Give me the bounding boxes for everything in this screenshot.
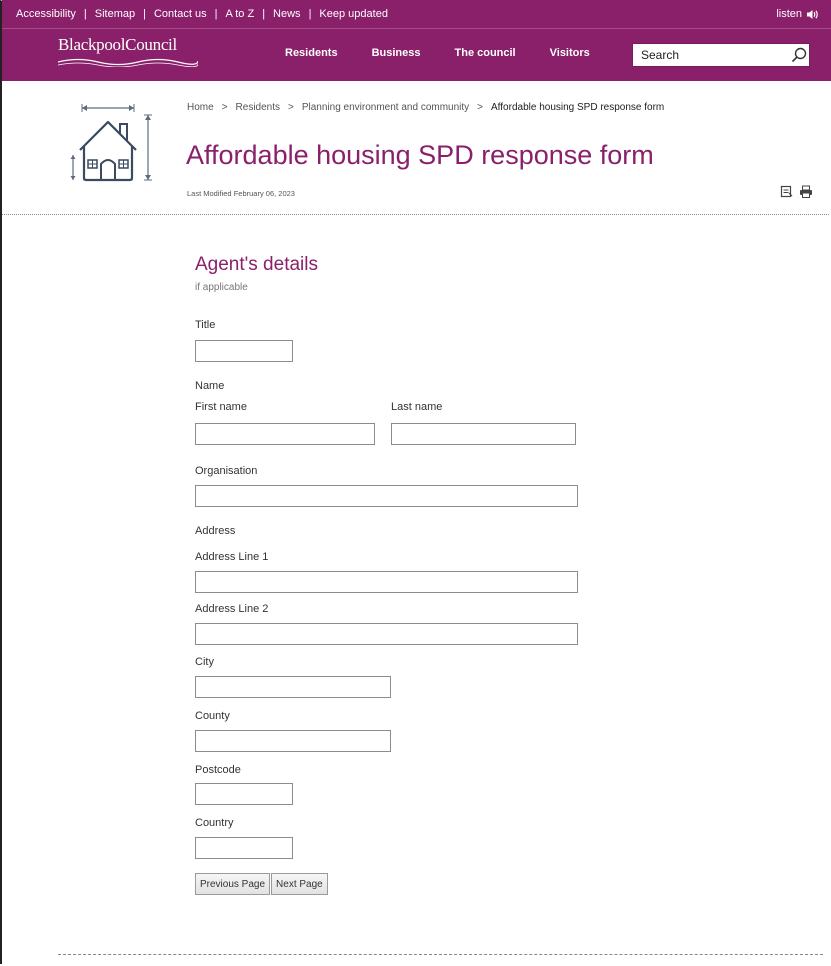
previous-page-button[interactable]: Previous Page xyxy=(195,873,271,895)
county-input[interactable] xyxy=(195,730,391,752)
nav-business[interactable]: Business xyxy=(372,47,421,59)
page-tools xyxy=(780,185,813,198)
address-line2-label: Address Line 2 xyxy=(195,603,269,615)
breadcrumb-current: Affordable housing SPD response form xyxy=(491,102,665,113)
search-button[interactable] xyxy=(789,44,809,66)
county-label: County xyxy=(195,710,230,722)
address-label: Address xyxy=(195,525,236,537)
logo-wave-icon xyxy=(58,58,198,67)
last-modified: Last Modified February 06, 2023 xyxy=(187,189,295,198)
postcode-input[interactable] xyxy=(195,783,293,805)
logo-text: BlackpoolCouncil xyxy=(58,35,177,54)
nav-visitors[interactable]: Visitors xyxy=(550,47,590,59)
country-label: Country xyxy=(195,817,234,829)
utility-bar: Accessibility | Sitemap | Contact us | A… xyxy=(2,0,831,28)
print-icon[interactable] xyxy=(799,185,813,198)
postcode-label: Postcode xyxy=(195,764,241,776)
utility-separator: | xyxy=(308,8,312,20)
save-page-icon[interactable] xyxy=(780,185,793,198)
first-name-label: First name xyxy=(195,401,247,413)
breadcrumb-separator: > xyxy=(221,102,228,113)
page-title: Affordable housing SPD response form xyxy=(186,140,654,170)
utility-link-a-to-z[interactable]: A to Z xyxy=(225,8,254,20)
site-header: BlackpoolCouncil Residents Business The … xyxy=(2,28,831,81)
main-nav: Residents Business The council Visitors xyxy=(285,47,590,59)
section-subtitle: if applicable xyxy=(195,282,248,293)
nav-the-council[interactable]: The council xyxy=(455,47,516,59)
utility-link-keep-updated[interactable]: Keep updated xyxy=(319,8,388,20)
house-icon xyxy=(70,104,152,182)
header-divider xyxy=(2,214,829,215)
breadcrumb-separator: > xyxy=(477,102,484,113)
address-line1-input[interactable] xyxy=(195,571,578,593)
search-icon xyxy=(791,47,807,63)
utility-links: Accessibility | Sitemap | Contact us | A… xyxy=(2,8,388,20)
speaker-icon xyxy=(807,9,818,19)
organisation-label: Organisation xyxy=(195,465,258,477)
utility-link-accessibility[interactable]: Accessibility xyxy=(16,8,76,20)
breadcrumb-home[interactable]: Home xyxy=(187,102,214,113)
breadcrumb-residents[interactable]: Residents xyxy=(236,102,280,113)
utility-link-contact-us[interactable]: Contact us xyxy=(154,8,207,20)
first-name-input[interactable] xyxy=(195,423,375,445)
title-input[interactable] xyxy=(195,340,293,362)
utility-separator: | xyxy=(262,8,266,20)
section-title: Agent's details xyxy=(195,254,318,275)
country-input[interactable] xyxy=(195,837,293,859)
organisation-input[interactable] xyxy=(195,485,578,507)
name-label: Name xyxy=(195,380,225,392)
breadcrumb-separator: > xyxy=(288,102,294,113)
breadcrumb-planning[interactable]: Planning environment and community xyxy=(302,102,469,113)
search-input[interactable] xyxy=(633,46,789,64)
last-name-label: Last name xyxy=(391,401,443,413)
utility-link-news[interactable]: News xyxy=(273,8,301,20)
listen-label: listen xyxy=(776,8,802,20)
utility-separator: | xyxy=(143,8,146,20)
search-box xyxy=(632,43,810,67)
address-line1-label: Address Line 1 xyxy=(195,551,269,563)
blackpool-council-logo[interactable]: BlackpoolCouncil xyxy=(58,35,208,71)
utility-link-sitemap[interactable]: Sitemap xyxy=(95,8,135,20)
utility-separator: | xyxy=(83,8,87,20)
city-input[interactable] xyxy=(195,676,391,698)
next-page-button[interactable]: Next Page xyxy=(271,873,328,895)
form-navigation: Previous Page Next Page xyxy=(195,873,328,895)
address-line2-input[interactable] xyxy=(195,623,578,645)
city-label: City xyxy=(195,656,214,668)
utility-separator: | xyxy=(214,8,218,20)
last-name-input[interactable] xyxy=(391,423,576,445)
title-label: Title xyxy=(195,319,216,331)
listen-button[interactable]: listen xyxy=(776,8,831,20)
footer-divider xyxy=(58,954,823,955)
nav-residents[interactable]: Residents xyxy=(285,47,338,59)
breadcrumb: Home > Residents > Planning environment … xyxy=(187,102,664,113)
